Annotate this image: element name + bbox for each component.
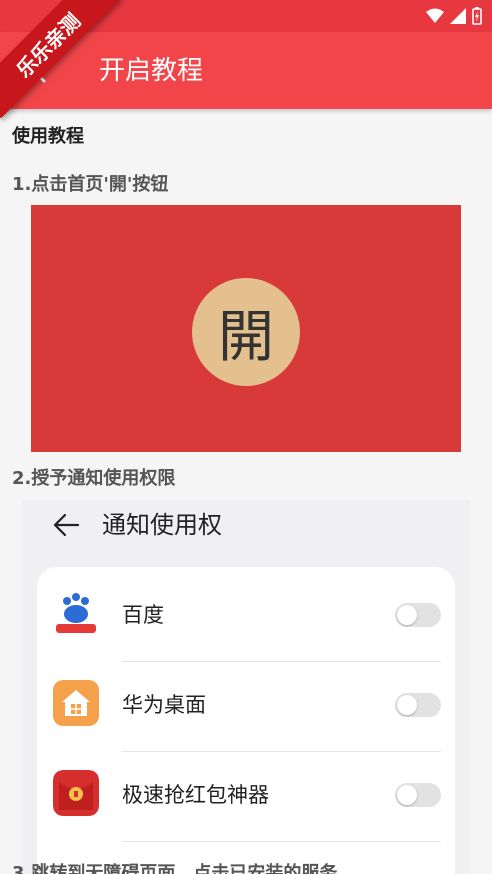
app-name: 极速抢红包神器 [122, 783, 269, 807]
red-envelope-illustration: 開 [31, 205, 461, 452]
divider [122, 841, 441, 842]
signal-icon [450, 8, 466, 24]
red-envelope-app-icon [53, 770, 99, 816]
tutorial-content[interactable]: 使用教程 1.点击首页'開'按钮 開 2.授予通知使用权限 通知使用权 百度 华… [0, 109, 492, 874]
toggle-knob [397, 695, 417, 715]
app-name: 百度 [122, 603, 164, 627]
page-title: 开启教程 [99, 56, 204, 86]
list-item: 极速抢红包神器 [37, 747, 455, 842]
step-2-label: 2.授予通知使用权限 [12, 468, 176, 489]
notification-toggle[interactable] [395, 603, 441, 627]
status-icons [426, 7, 482, 25]
app-name: 华为桌面 [122, 693, 206, 717]
huawei-home-app-icon [53, 680, 99, 726]
wifi-icon [426, 8, 444, 23]
step-3-label: 3.跳转到无障碍页面，点击已安装的服务 [12, 863, 338, 874]
notification-access-screenshot: 通知使用权 百度 华为桌面 极速抢红包神器 [22, 500, 470, 874]
toggle-knob [397, 605, 417, 625]
list-item: 百度 [37, 567, 455, 662]
app-list-card: 百度 华为桌面 极速抢红包神器 [37, 567, 455, 874]
notification-access-title: 通知使用权 [102, 511, 222, 539]
tutorial-heading: 使用教程 [12, 126, 84, 147]
notification-toggle[interactable] [395, 693, 441, 717]
open-button-illustration: 開 [192, 278, 300, 386]
battery-icon [472, 7, 482, 25]
toggle-knob [397, 785, 417, 805]
notification-toggle[interactable] [395, 783, 441, 807]
step-1-label: 1.点击首页'開'按钮 [12, 174, 169, 195]
arrow-left-icon [53, 513, 80, 537]
baidu-app-icon [53, 590, 99, 636]
list-item: 华为桌面 [37, 657, 455, 752]
